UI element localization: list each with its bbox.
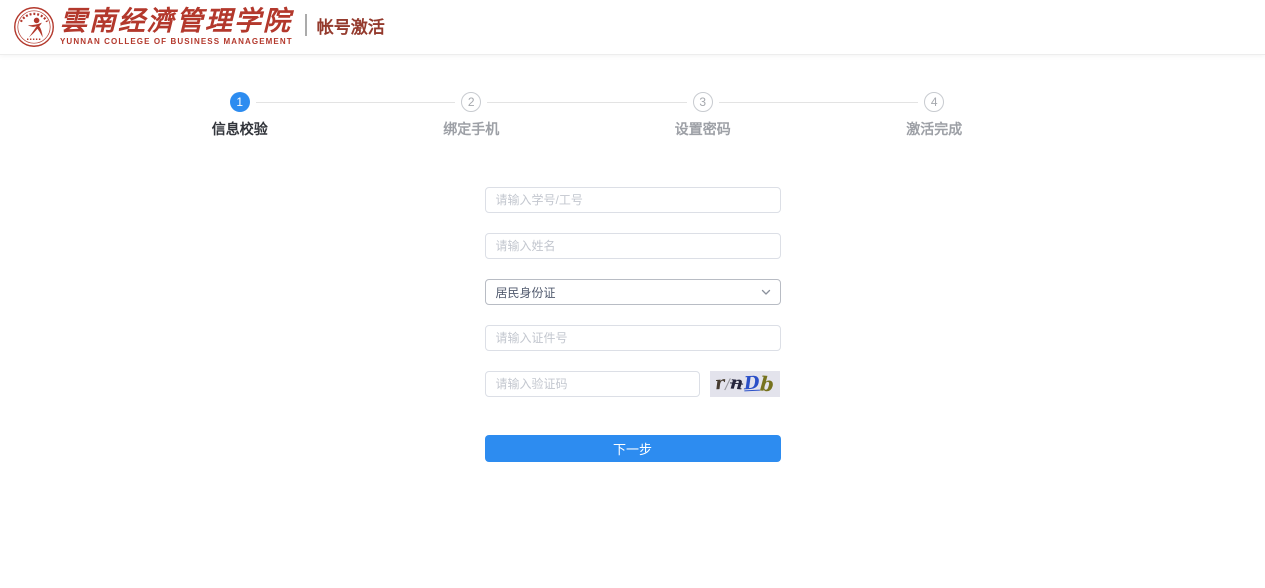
step-1-circle: 1 (230, 92, 250, 112)
step-1-label: 信息校验 (124, 119, 356, 139)
name-input[interactable] (485, 233, 781, 259)
chevron-down-icon (760, 286, 772, 298)
captcha-image[interactable]: r/nDb (710, 371, 780, 397)
step-info-verify: 1 信息校验 (124, 92, 356, 139)
id-type-selected-value: 居民身份证 (496, 284, 556, 301)
activation-form: 居民身份证 r/nDb 下一步 (485, 187, 781, 462)
captcha-input[interactable] (485, 371, 700, 397)
step-3-label: 设置密码 (587, 119, 819, 139)
header-divider (305, 14, 307, 36)
page-title: 帐号激活 (317, 13, 385, 38)
steps-wizard: 1 信息校验 2 绑定手机 3 设置密码 4 激活完成 (124, 92, 1050, 139)
step-3-circle: 3 (693, 92, 713, 112)
app-header: 雲南经濟管理学院 YUNNAN COLLEGE OF BUSINESS MANA… (0, 0, 1265, 55)
id-type-select[interactable]: 居民身份证 (485, 279, 781, 305)
step-bind-phone: 2 绑定手机 (356, 92, 588, 139)
school-brand: 雲南经濟管理学院 YUNNAN COLLEGE OF BUSINESS MANA… (60, 8, 293, 46)
step-4-circle: 4 (924, 92, 944, 112)
school-name-zh: 雲南经濟管理学院 (60, 8, 293, 35)
student-id-input[interactable] (485, 187, 781, 213)
id-number-input[interactable] (485, 325, 781, 351)
step-2-circle: 2 (461, 92, 481, 112)
step-2-label: 绑定手机 (356, 119, 588, 139)
school-seal-logo (13, 6, 55, 48)
school-name-en: YUNNAN COLLEGE OF BUSINESS MANAGEMENT (60, 38, 293, 46)
next-step-button[interactable]: 下一步 (485, 435, 781, 462)
step-4-label: 激活完成 (819, 119, 1051, 139)
step-set-password: 3 设置密码 (587, 92, 819, 139)
step-activation-done: 4 激活完成 (819, 92, 1051, 139)
